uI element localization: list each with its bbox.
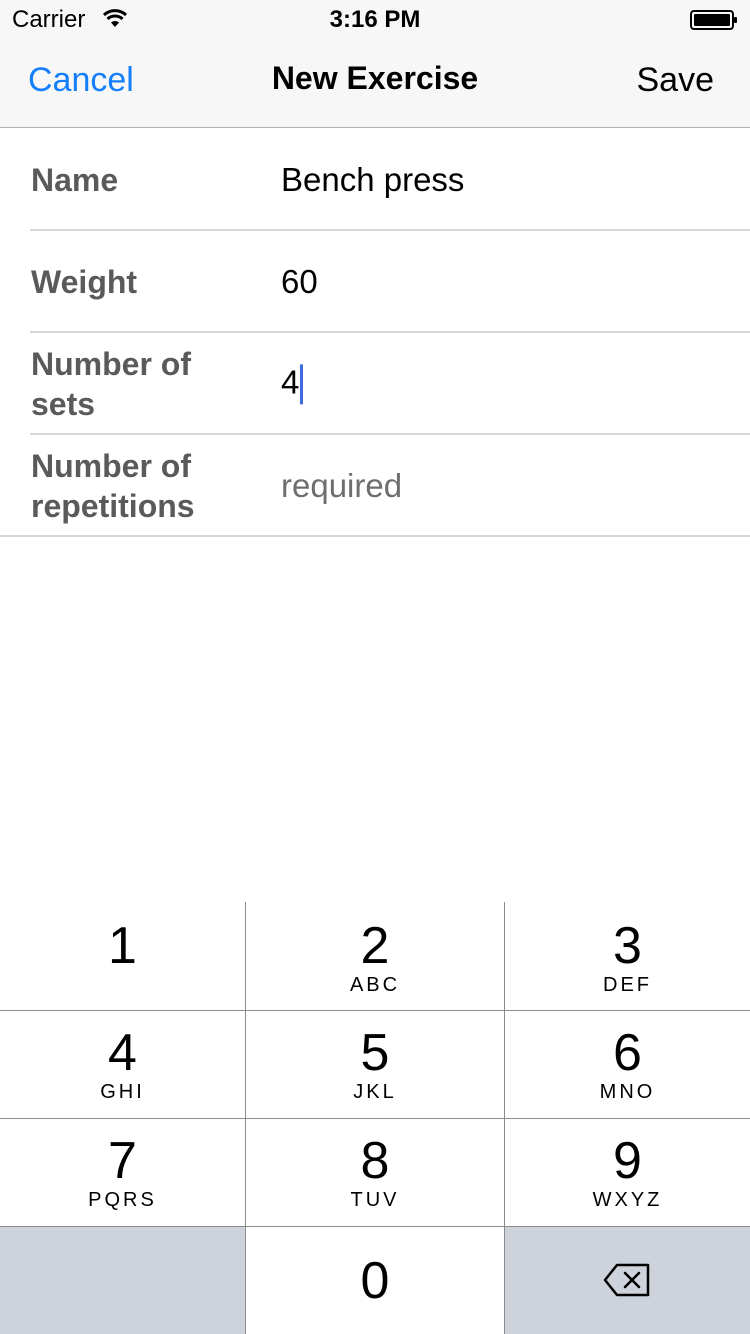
key-digit: 5 bbox=[360, 1024, 390, 1082]
key-digit: 3 bbox=[613, 917, 642, 975]
weight-label: Weight bbox=[31, 264, 138, 300]
form-row-repetitions[interactable]: Number of repetitions required bbox=[0, 435, 750, 537]
key-digit: 8 bbox=[360, 1132, 390, 1190]
key-digit: 7 bbox=[108, 1132, 137, 1190]
key-6[interactable]: 6 MNO bbox=[505, 1011, 750, 1118]
key-5[interactable]: 5 JKL bbox=[246, 1011, 504, 1118]
key-3[interactable]: 3 DEF bbox=[505, 902, 750, 1010]
repetitions-label: Number of repetitions bbox=[31, 448, 195, 524]
key-8[interactable]: 8 TUV bbox=[246, 1119, 504, 1226]
status-time: 3:16 PM bbox=[329, 6, 421, 33]
key-letters: TUV bbox=[350, 1189, 400, 1211]
form-row-name[interactable]: Name Bench press bbox=[0, 129, 750, 231]
name-label: Name bbox=[31, 162, 119, 198]
weight-field[interactable]: 60 bbox=[281, 263, 318, 301]
key-letters: MNO bbox=[599, 1081, 656, 1103]
key-digit: 0 bbox=[360, 1252, 390, 1310]
key-digit: 2 bbox=[360, 917, 390, 975]
key-0[interactable]: 0 bbox=[246, 1227, 504, 1334]
form-row-sets[interactable]: Number of sets 4 bbox=[0, 333, 750, 435]
key-divider bbox=[0, 1226, 750, 1227]
key-divider bbox=[0, 1118, 750, 1119]
divider bbox=[0, 535, 750, 537]
key-letters: ABC bbox=[349, 974, 401, 996]
key-digit: 4 bbox=[108, 1024, 137, 1082]
number-keypad: 1 2 ABC 3 DEF 4 GHI 5 JKL 6 MNO 7 PQRS 8… bbox=[0, 902, 750, 1334]
sets-label: Number of sets bbox=[31, 346, 191, 422]
delete-button[interactable] bbox=[505, 1227, 750, 1334]
sets-field[interactable]: 4 bbox=[281, 363, 304, 405]
sets-field-value: 4 bbox=[281, 363, 300, 401]
status-bar: Carrier 3:16 PM bbox=[0, 0, 750, 40]
key-1[interactable]: 1 bbox=[0, 902, 245, 1010]
key-9[interactable]: 9 WXYZ bbox=[505, 1119, 750, 1226]
key-digit: 9 bbox=[613, 1132, 642, 1190]
delete-backspace-icon bbox=[603, 1263, 650, 1297]
key-letters: DEF bbox=[603, 974, 652, 996]
key-letters: GHI bbox=[100, 1081, 145, 1103]
key-4[interactable]: 4 GHI bbox=[0, 1011, 245, 1118]
key-letters: JKL bbox=[353, 1081, 397, 1103]
save-button[interactable]: Save bbox=[637, 61, 715, 100]
name-field[interactable]: Bench press bbox=[281, 161, 464, 199]
key-divider bbox=[504, 902, 505, 1334]
repetitions-field[interactable]: required bbox=[281, 467, 402, 505]
key-letters: PQRS bbox=[88, 1189, 157, 1211]
blank-key bbox=[0, 1227, 245, 1334]
exercise-form: Name Bench press Weight 60 Number of set… bbox=[0, 129, 750, 537]
key-letters: WXYZ bbox=[592, 1189, 663, 1211]
text-caret bbox=[300, 364, 304, 405]
key-divider bbox=[245, 902, 246, 1334]
key-7[interactable]: 7 PQRS bbox=[0, 1119, 245, 1226]
battery-icon bbox=[690, 10, 737, 30]
navigation-bar: Cancel New Exercise Save bbox=[0, 40, 750, 128]
key-digit: 6 bbox=[613, 1024, 642, 1082]
key-2[interactable]: 2 ABC bbox=[246, 902, 504, 1010]
key-digit: 1 bbox=[108, 917, 137, 975]
form-row-weight[interactable]: Weight 60 bbox=[0, 231, 750, 333]
key-divider bbox=[0, 1010, 750, 1011]
